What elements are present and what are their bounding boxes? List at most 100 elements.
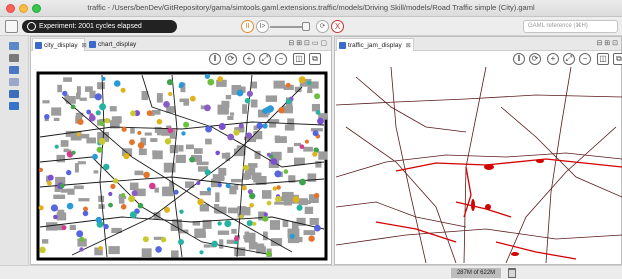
vehicle bbox=[98, 246, 103, 251]
building bbox=[156, 93, 163, 103]
camera-button[interactable]: ⧉ bbox=[309, 53, 321, 65]
vehicle bbox=[143, 171, 150, 179]
vehicle bbox=[272, 186, 277, 191]
tab-close-icon[interactable]: ⊠ bbox=[406, 43, 411, 49]
clock-icon bbox=[27, 22, 36, 31]
vehicle bbox=[164, 206, 170, 213]
building bbox=[225, 95, 232, 100]
tab-close-icon[interactable]: ⊠ bbox=[82, 43, 87, 49]
edit-icon[interactable] bbox=[5, 20, 18, 33]
building bbox=[294, 157, 305, 165]
vehicle bbox=[242, 185, 247, 191]
vehicle bbox=[314, 93, 321, 100]
zoom-out-button[interactable]: − bbox=[275, 53, 287, 65]
speed-slider-handle[interactable] bbox=[302, 22, 310, 31]
sync-button[interactable]: ⟳ bbox=[529, 53, 541, 65]
traffic-jam-map[interactable] bbox=[336, 67, 622, 263]
snapshot-button[interactable]: ◫ bbox=[597, 53, 609, 65]
vehicle bbox=[252, 221, 257, 226]
window-title: traffic - /Users/benDev/GitRepository/ga… bbox=[87, 3, 535, 12]
tab-traffic-jam-display[interactable]: traffic_jam_display ⊠ bbox=[336, 38, 414, 51]
vehicle bbox=[79, 247, 84, 252]
panel-window-controls[interactable]: ⊟ ⊞ ⊡ ▭ ▢ bbox=[288, 39, 327, 47]
jammed-road bbox=[395, 158, 622, 172]
step-button[interactable]: I> bbox=[256, 20, 269, 33]
pause-view-button[interactable]: ‖ bbox=[513, 53, 525, 65]
building bbox=[154, 126, 162, 133]
vehicle bbox=[62, 90, 68, 97]
vehicle bbox=[317, 117, 324, 125]
reload-button[interactable]: ⟳ bbox=[316, 20, 329, 33]
vehicle bbox=[156, 118, 163, 125]
building bbox=[51, 107, 62, 116]
building bbox=[53, 117, 60, 121]
zoom-out-button[interactable]: − bbox=[579, 53, 591, 65]
model-icon[interactable] bbox=[9, 42, 19, 50]
building bbox=[69, 224, 76, 230]
vehicle bbox=[96, 146, 103, 153]
pause-button[interactable]: II bbox=[241, 20, 254, 33]
library-icon[interactable] bbox=[9, 66, 19, 74]
building bbox=[215, 192, 220, 202]
vehicle bbox=[103, 163, 110, 171]
vehicle bbox=[215, 150, 220, 156]
zoom-fit-button[interactable]: ⤢ bbox=[259, 53, 271, 65]
building bbox=[169, 144, 179, 154]
zoom-fit-button[interactable]: ⤢ bbox=[563, 53, 575, 65]
vehicle bbox=[181, 131, 186, 136]
tab-city-display[interactable]: city_display ⊠ bbox=[32, 38, 87, 51]
panel-window-controls[interactable]: ⊟ ⊞ ⊡ bbox=[597, 39, 619, 47]
building bbox=[262, 190, 272, 199]
zoom-in-button[interactable]: + bbox=[243, 53, 255, 65]
building bbox=[109, 106, 117, 112]
vehicle bbox=[86, 109, 92, 115]
building bbox=[219, 239, 224, 249]
vehicle bbox=[160, 237, 167, 243]
building bbox=[217, 230, 230, 235]
vehicle bbox=[242, 164, 249, 171]
vehicle bbox=[129, 211, 137, 219]
main-toolbar: Experiment: 2001 cycles elapsed II I> ⟳ … bbox=[0, 17, 622, 36]
building bbox=[250, 81, 258, 89]
experiment-status[interactable]: Experiment: 2001 cycles elapsed bbox=[22, 20, 177, 33]
tab-chart-display[interactable]: chart_display bbox=[87, 38, 145, 51]
vehicle bbox=[190, 95, 196, 102]
road bbox=[345, 126, 457, 263]
parameters-icon[interactable] bbox=[9, 78, 19, 86]
vehicle bbox=[270, 158, 278, 165]
vehicle bbox=[312, 130, 319, 137]
vehicle bbox=[163, 101, 170, 108]
vehicle bbox=[298, 76, 306, 84]
vehicle bbox=[299, 144, 305, 149]
stop-button[interactable]: X bbox=[331, 20, 344, 33]
vehicle bbox=[217, 76, 224, 82]
console-icon[interactable] bbox=[9, 102, 19, 110]
outline-icon[interactable] bbox=[9, 54, 19, 62]
vehicle bbox=[239, 214, 244, 219]
agents-icon[interactable] bbox=[9, 90, 19, 98]
snapshot-button[interactable]: ◫ bbox=[293, 53, 305, 65]
vehicle bbox=[278, 107, 285, 114]
pause-view-button[interactable]: ‖ bbox=[209, 53, 221, 65]
sync-button[interactable]: ⟳ bbox=[225, 53, 237, 65]
building bbox=[144, 132, 152, 136]
building bbox=[248, 242, 258, 250]
camera-button[interactable]: ⧉ bbox=[613, 53, 622, 65]
building bbox=[284, 124, 295, 131]
city-map[interactable] bbox=[32, 67, 332, 263]
building bbox=[57, 84, 62, 93]
building bbox=[175, 154, 186, 163]
vehicle bbox=[120, 87, 126, 93]
gaml-search-input[interactable]: GAML reference (⌘H) bbox=[523, 20, 618, 33]
memory-indicator[interactable]: 287M of 622M bbox=[451, 268, 501, 278]
building bbox=[282, 220, 289, 228]
vehicle bbox=[129, 139, 135, 146]
building bbox=[53, 194, 66, 199]
vehicle bbox=[225, 183, 231, 189]
road bbox=[545, 67, 572, 263]
zoom-in-button[interactable]: + bbox=[547, 53, 559, 65]
trash-icon[interactable] bbox=[508, 268, 516, 278]
gama-app-window: traffic - /Users/benDev/GitRepository/ga… bbox=[0, 0, 622, 279]
building bbox=[274, 201, 285, 205]
traffic-jam-spot bbox=[471, 199, 475, 211]
